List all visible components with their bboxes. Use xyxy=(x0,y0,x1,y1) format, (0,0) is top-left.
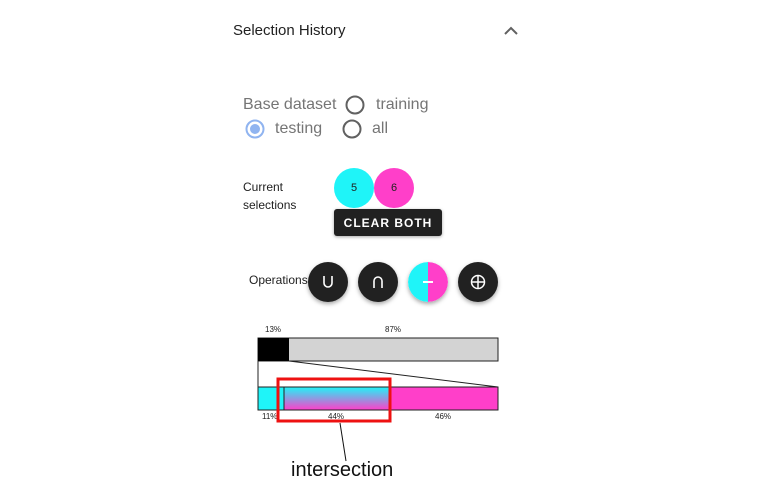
panel-title: Selection History xyxy=(233,22,346,39)
top-bar-selected xyxy=(258,338,289,361)
top-bar-selected-pct: 13% xyxy=(265,325,282,334)
current-selections-label: Current selections xyxy=(243,180,297,212)
union-icon xyxy=(323,276,333,288)
difference-icon xyxy=(408,262,448,302)
selection-chip-5[interactable]: 5 xyxy=(334,168,374,208)
top-bar-rest-pct: 87% xyxy=(385,325,402,334)
radio-all[interactable] xyxy=(342,119,362,139)
union-button[interactable] xyxy=(308,262,348,302)
top-bar-background xyxy=(257,337,499,362)
bottom-bar-right-pct: 46% xyxy=(435,412,452,421)
intersection-icon xyxy=(373,276,383,288)
radio-all-label[interactable]: all xyxy=(372,120,388,138)
radio-testing-label[interactable]: testing xyxy=(275,120,322,138)
clear-both-button[interactable]: CLEAR BOTH xyxy=(334,209,442,236)
radio-testing[interactable] xyxy=(245,119,265,139)
difference-button[interactable] xyxy=(408,262,448,302)
intersection-highlight xyxy=(276,377,392,462)
chevron-up-icon[interactable] xyxy=(500,20,522,42)
base-dataset-label: Base dataset xyxy=(243,96,337,113)
symmetric-difference-button[interactable] xyxy=(458,262,498,302)
radio-training[interactable] xyxy=(345,95,365,115)
operations-label: Operations xyxy=(249,273,308,287)
radio-training-label[interactable]: training xyxy=(376,96,428,114)
intersection-button[interactable] xyxy=(358,262,398,302)
selection-chip-6[interactable]: 6 xyxy=(374,168,414,208)
intersection-annotation: intersection xyxy=(291,459,394,481)
circled-plus-icon xyxy=(470,274,486,290)
bottom-bar-right xyxy=(389,387,498,410)
